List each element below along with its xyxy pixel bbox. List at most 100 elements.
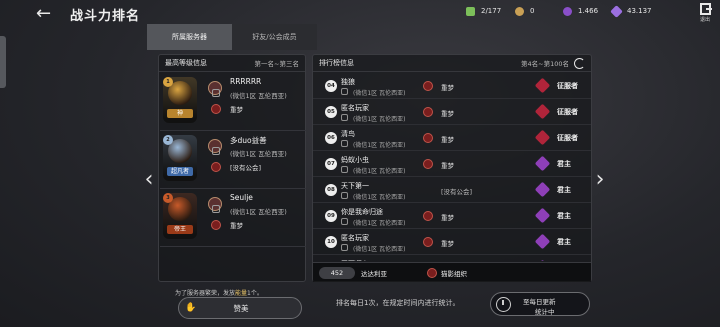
resource-value: 0 — [530, 7, 535, 15]
guild-emblem-icon — [423, 211, 433, 221]
resource-value: 2/177 — [481, 7, 502, 15]
ranking-row[interactable]: 10 匿名玩家 (微信1区 瓦伦西亚) 重梦 君主 — [313, 230, 591, 255]
ranking-range: 第4名~第100名 — [521, 60, 569, 68]
top-three-title: 最高等级信息 — [165, 59, 207, 67]
rank-number: 09 — [325, 210, 337, 222]
rank-number: 04 — [325, 80, 337, 92]
rank-title-plate: 超凡者 — [167, 167, 193, 176]
tab-server[interactable]: 所属服务器 — [147, 24, 232, 50]
rank-title: 君主 — [557, 186, 571, 194]
ranking-list[interactable]: 04 独狼 (微信1区 瓦伦西亚) 重梦 征服者 05 匿名玩家 (微信1区 瓦… — [313, 73, 591, 261]
server-icon — [341, 166, 348, 173]
refresh-icon[interactable] — [574, 57, 585, 69]
guild-emblem-icon — [423, 81, 433, 91]
like-label: 赞美 — [233, 304, 249, 313]
clock-icon — [496, 297, 511, 312]
reward-note-highlight: 能量 — [235, 290, 248, 297]
reward-note: 为了服务器繁荣，发放能量1个。 — [175, 288, 263, 297]
ranking-row[interactable]: 08 天下第一 (微信1区 瓦伦西亚) [没有公会] 君主 — [313, 178, 591, 203]
ranking-panel: 排行榜信息 第4名~第100名 04 独狼 (微信1区 瓦伦西亚) 重梦 征服者… — [312, 54, 592, 282]
rank-number: 1 — [163, 77, 173, 87]
player-guild: 重梦 — [441, 110, 454, 118]
rank-title-icon — [534, 207, 551, 224]
rank-title-plate: 神 — [167, 109, 193, 118]
top-three-range: 第一名~第三名 — [254, 60, 299, 68]
player-server: (微信1区 瓦伦西亚) — [353, 142, 406, 149]
rank-number: 06 — [325, 132, 337, 144]
update-line-1: 至每日更新 — [523, 298, 556, 306]
my-power-badge: 452 — [319, 267, 355, 279]
player-name: 独狼 — [341, 78, 355, 86]
prev-page-arrow-icon[interactable]: ‹ — [142, 168, 156, 192]
player-guild: 重梦 — [230, 106, 243, 114]
rank-number: 10 — [325, 236, 337, 248]
update-note: 排名每日1次，在规定时间内进行统计。 — [336, 299, 460, 307]
next-page-arrow-icon[interactable]: › — [593, 168, 607, 192]
rank-title-plate: 帝王 — [167, 225, 193, 234]
rank-title-icon — [534, 77, 551, 94]
server-icon — [212, 205, 220, 213]
back-arrow-icon[interactable]: ← — [36, 4, 56, 24]
resource-crystal: 1.466 — [563, 5, 598, 17]
device-edge — [0, 36, 6, 88]
rank-title-icon — [534, 155, 551, 172]
exit-button[interactable]: 退出 — [697, 3, 713, 25]
player-server: (微信1区 瓦伦西亚) — [353, 194, 406, 201]
player-name: Seulje — [230, 193, 253, 202]
server-icon — [341, 218, 348, 225]
server-icon — [341, 140, 348, 147]
crystal-icon — [563, 6, 572, 16]
player-name: 多duo益善 — [230, 136, 267, 145]
rank-title: 君主 — [557, 160, 571, 168]
ranking-row[interactable]: 09 你是我命归途 (微信1区 瓦伦西亚) 重梦 君主 — [313, 204, 591, 229]
energy-icon — [466, 6, 475, 16]
server-icon — [212, 89, 220, 97]
ranking-row[interactable]: 04 独狼 (微信1区 瓦伦西亚) 重梦 征服者 — [313, 74, 591, 99]
player-server: (微信1区 瓦伦西亚) — [230, 150, 287, 158]
ranking-row[interactable]: 05 匿名玩家 (微信1区 瓦伦西亚) 重梦 征服者 — [313, 100, 591, 125]
player-server: (微信1区 瓦伦西亚) — [353, 246, 406, 253]
ranking-row[interactable]: 11 天下归心 (微信1区 瓦伦西亚) 重梦 君主 — [313, 256, 591, 261]
coin-icon — [515, 6, 524, 16]
resource-value: 43.137 — [627, 7, 652, 15]
like-button[interactable]: ✋ 赞美 — [178, 297, 302, 319]
top-rank-card[interactable]: 1 神 RRRRRR (微信1区 瓦伦西亚) 重梦 — [160, 73, 306, 131]
player-guild: [没有公会] — [230, 164, 262, 172]
my-guild: 猫影组织 — [441, 270, 467, 278]
resource-gem: 43.137 — [610, 4, 652, 18]
rank-title: 征服者 — [557, 108, 578, 116]
rank-title-icon — [534, 129, 551, 146]
player-name: 蚂蚁小虫 — [341, 156, 369, 164]
top-three-panel: 最高等级信息 第一名~第三名 1 神 RRRRRR (微信1区 瓦伦西亚) 重梦… — [158, 54, 306, 282]
player-guild: 重梦 — [441, 84, 454, 92]
ranking-row[interactable]: 06 清鸟 (微信1区 瓦伦西亚) 重梦 征服者 — [313, 126, 591, 151]
player-name: 清鸟 — [341, 130, 355, 138]
rank-title-icon — [534, 181, 551, 198]
ranking-range-wrap: 第4名~第100名 — [521, 57, 585, 69]
player-server: (微信1区 瓦伦西亚) — [353, 90, 406, 97]
top-rank-card[interactable]: 2 超凡者 多duo益善 (微信1区 瓦伦西亚) [没有公会] — [160, 131, 306, 189]
player-name: 天下归心 — [341, 259, 369, 261]
guild-emblem-icon — [211, 220, 221, 230]
tab-friends-guild[interactable]: 好友/公会成员 — [232, 24, 317, 50]
update-line-2: 统计中 — [535, 308, 555, 316]
player-server: (微信1区 瓦伦西亚) — [353, 168, 406, 175]
server-icon — [341, 192, 348, 199]
rank-badge: 1 神 — [163, 77, 197, 123]
server-icon — [341, 244, 348, 251]
ranking-title: 排行榜信息 — [319, 59, 354, 67]
player-server: (微信1区 瓦伦西亚) — [230, 92, 287, 100]
rank-number: 3 — [163, 193, 173, 203]
reward-note-suffix: 1个。 — [247, 290, 263, 297]
ranking-row[interactable]: 07 蚂蚁小虫 (微信1区 瓦伦西亚) 重梦 君主 — [313, 152, 591, 177]
resource-coin: 0 — [515, 5, 534, 17]
player-name: 匿名玩家 — [341, 234, 369, 242]
rank-title-icon — [534, 259, 551, 261]
rank-number: 07 — [325, 158, 337, 170]
player-server: (微信1区 瓦伦西亚) — [353, 116, 406, 123]
player-guild: 重梦 — [441, 136, 454, 144]
server-icon — [341, 114, 348, 121]
top-rank-card[interactable]: 3 帝王 Seulje (微信1区 瓦伦西亚) 重梦 — [160, 189, 306, 247]
rank-badge: 2 超凡者 — [163, 135, 197, 181]
player-name: 你是我命归途 — [341, 208, 383, 216]
